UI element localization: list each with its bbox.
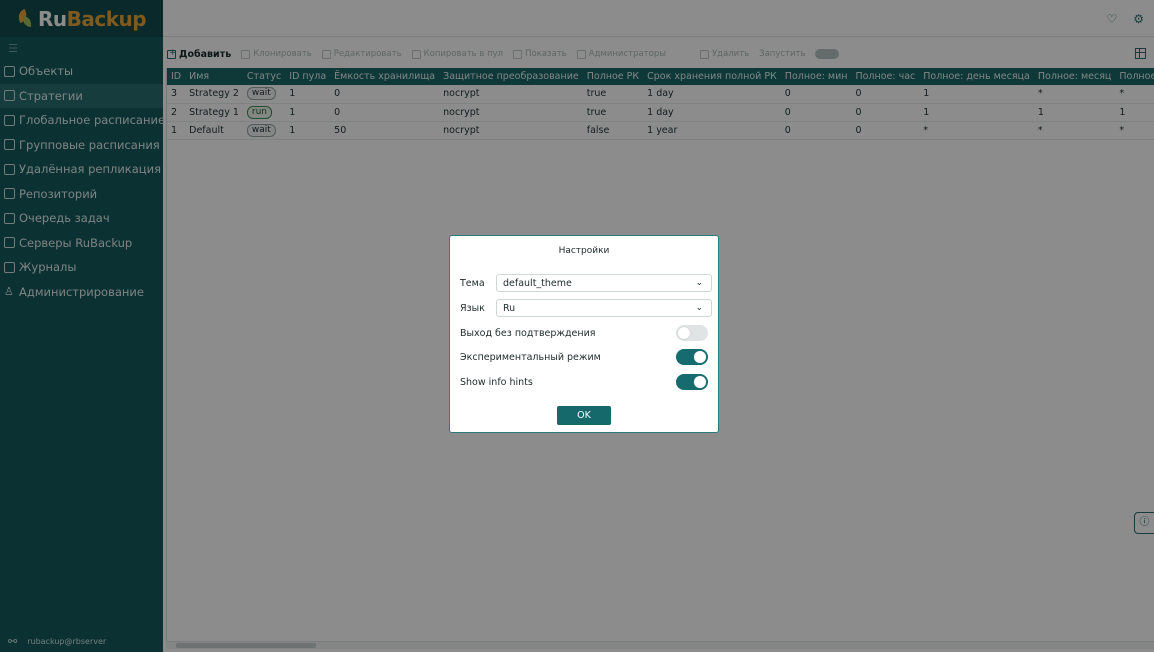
theme-label: Тема — [460, 277, 485, 289]
exit-without-confirm-label: Выход без подтверждения — [460, 327, 596, 339]
language-value: Ru — [503, 302, 516, 314]
chevron-down-icon: ⌄ — [695, 278, 703, 288]
show-info-hints-label: Show info hints — [460, 376, 533, 388]
ok-button[interactable]: OK — [557, 406, 611, 425]
theme-select[interactable]: default_theme ⌄ — [496, 274, 712, 292]
show-info-hints-toggle[interactable] — [676, 374, 708, 390]
language-label: Язык — [460, 302, 485, 314]
chevron-down-icon: ⌄ — [695, 303, 703, 313]
experimental-mode-toggle[interactable] — [676, 349, 708, 365]
dialog-title: Настройки — [558, 246, 610, 256]
settings-dialog: Настройки Тема default_theme ⌄ Язык Ru ⌄… — [449, 235, 719, 433]
language-select[interactable]: Ru ⌄ — [496, 299, 712, 317]
theme-value: default_theme — [503, 277, 572, 289]
exit-without-confirm-toggle[interactable] — [676, 325, 708, 341]
experimental-mode-label: Экспериментальный режим — [460, 351, 601, 363]
